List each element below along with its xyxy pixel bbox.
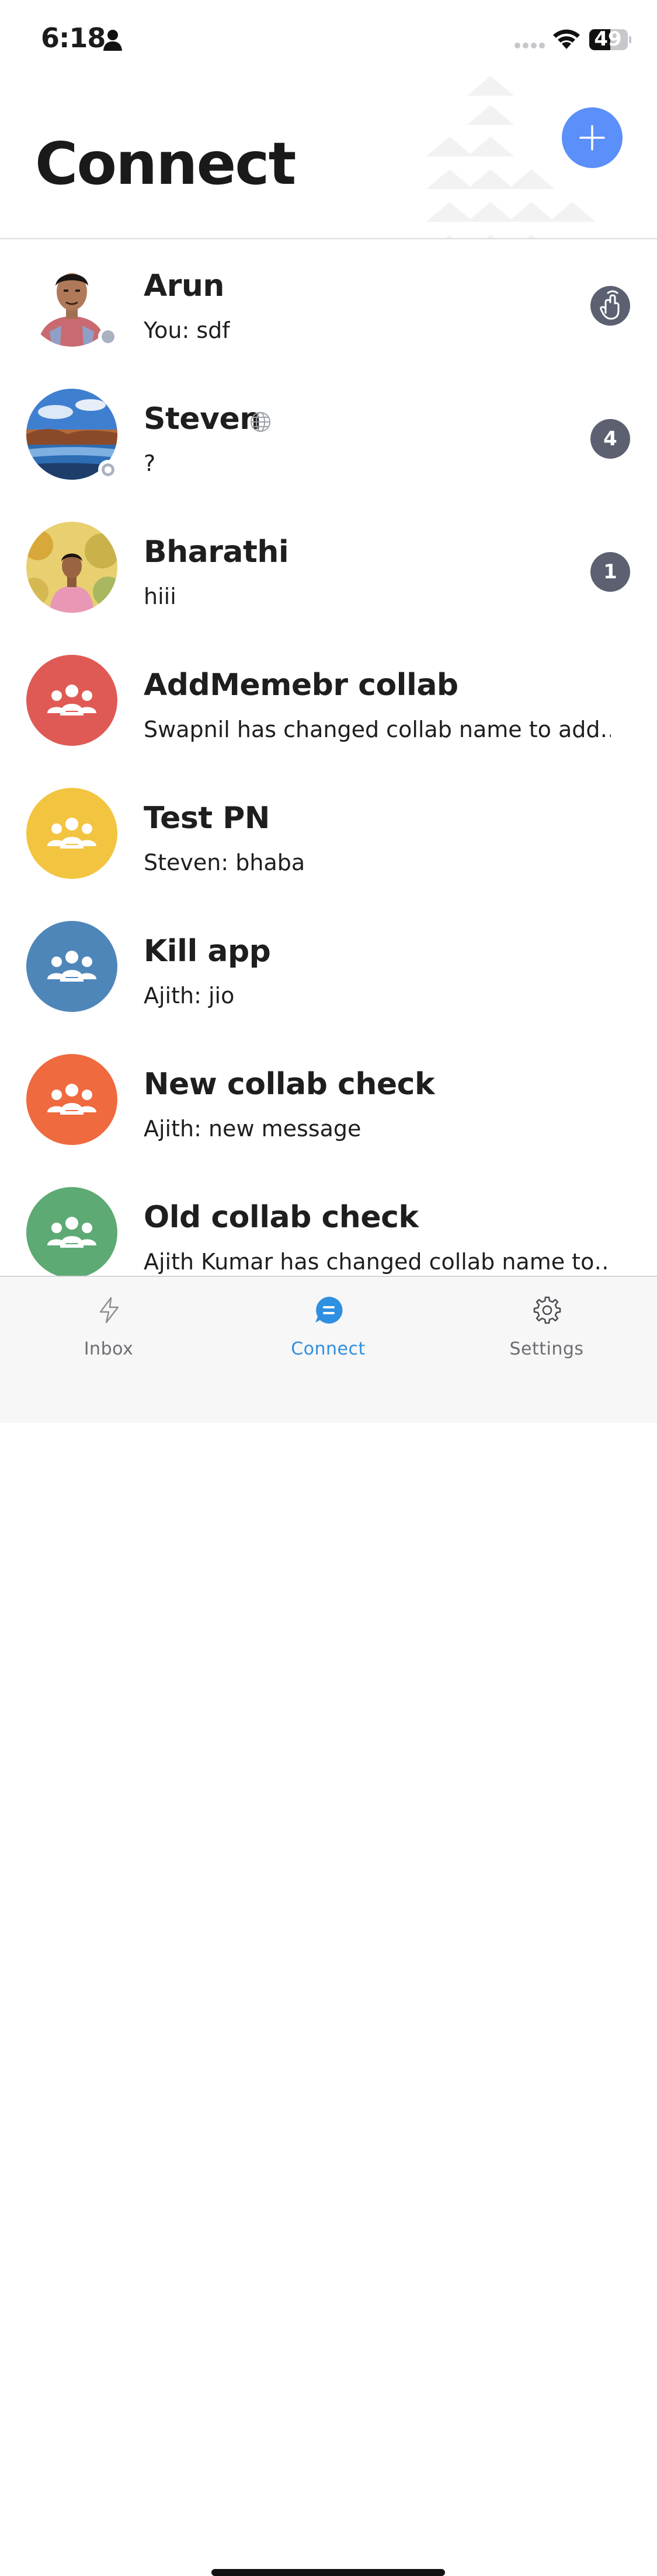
- presence-offline-dot: [98, 327, 118, 347]
- avatar: [26, 522, 117, 613]
- group-avatar: [26, 788, 117, 879]
- conversation-preview: Ajith: new message: [144, 1116, 361, 1142]
- header: Connect: [0, 76, 657, 239]
- conversation-row[interactable]: Test PN Steven: bhaba: [0, 772, 657, 905]
- conversation-name: Test PN: [144, 801, 270, 836]
- conversation-name: Bharathi: [144, 535, 289, 570]
- lightning-icon: [99, 1297, 119, 1324]
- conversation-list[interactable]: Arun You: sdf Steven ? 4 Bharathi hiii 1…: [0, 239, 657, 1276]
- group-avatar: [26, 921, 117, 1012]
- status-bar: 6:18 49: [0, 0, 657, 76]
- conversation-name: New collab check: [144, 1067, 435, 1102]
- home-indicator[interactable]: [211, 2569, 445, 2576]
- group-avatar: [26, 655, 117, 746]
- status-time: 6:18: [41, 22, 106, 54]
- tab-label: Connect: [291, 1339, 366, 1359]
- tab-label: Settings: [509, 1339, 584, 1359]
- conversation-name: Old collab check: [144, 1200, 419, 1235]
- person-icon: [103, 30, 122, 51]
- conversation-preview: You: sdf: [144, 317, 230, 343]
- group-icon: [47, 685, 96, 715]
- tab-label: Inbox: [84, 1339, 134, 1359]
- wifi-icon: [553, 29, 580, 49]
- tab-bar: Inbox Connect Settings: [0, 1276, 657, 2576]
- conversation-preview: hiii: [144, 584, 176, 609]
- unread-count-badge: 1: [590, 552, 630, 592]
- conversation-name: AddMemebr collab: [144, 668, 458, 703]
- gear-icon: [533, 1296, 561, 1324]
- group-icon: [47, 1217, 96, 1248]
- conversation-name: Arun: [144, 268, 224, 303]
- signal-icon: [515, 43, 545, 48]
- conversation-name: Steven: [144, 402, 261, 437]
- plus-icon: [579, 125, 605, 151]
- wave-button[interactable]: [590, 286, 630, 326]
- group-icon: [47, 1084, 96, 1115]
- conversation-preview: ?: [144, 451, 156, 476]
- conversation-preview: Ajith: jio: [144, 983, 235, 1008]
- group-avatar: [26, 1187, 117, 1276]
- conversation-preview: Swapnil has changed collab name to add…: [144, 717, 611, 742]
- tab-inbox[interactable]: Inbox: [33, 1277, 185, 1370]
- wave-icon: [600, 290, 620, 320]
- group-icon: [47, 818, 96, 849]
- conversation-row[interactable]: New collab check Ajith: new message: [0, 1038, 657, 1171]
- tab-connect[interactable]: Connect: [252, 1277, 404, 1370]
- conversation-row[interactable]: Arun You: sdf: [0, 239, 657, 372]
- globe-icon: [251, 412, 270, 432]
- conversation-preview: Ajith Kumar has changed collab name to…: [144, 1249, 611, 1275]
- conversation-row[interactable]: Kill app Ajith: jio: [0, 905, 657, 1038]
- conversation-row[interactable]: Old collab check Ajith Kumar has changed…: [0, 1171, 657, 1276]
- tab-settings[interactable]: Settings: [471, 1277, 623, 1370]
- conversation-row[interactable]: Steven ? 4: [0, 372, 657, 505]
- page-title: Connect: [35, 130, 296, 198]
- unread-count-badge: 4: [590, 419, 630, 459]
- group-avatar: [26, 1054, 117, 1145]
- battery-level: 49: [594, 27, 622, 51]
- new-conversation-button[interactable]: [562, 107, 623, 168]
- group-icon: [47, 951, 96, 982]
- conversation-preview: Steven: bhaba: [144, 850, 305, 875]
- conversation-name: Kill app: [144, 934, 271, 969]
- presence-away-dot: [98, 460, 118, 480]
- chat-bubble-icon: [315, 1296, 343, 1324]
- conversation-row[interactable]: Bharathi hiii 1: [0, 505, 657, 638]
- conversation-row[interactable]: AddMemebr collab Swapnil has changed col…: [0, 638, 657, 772]
